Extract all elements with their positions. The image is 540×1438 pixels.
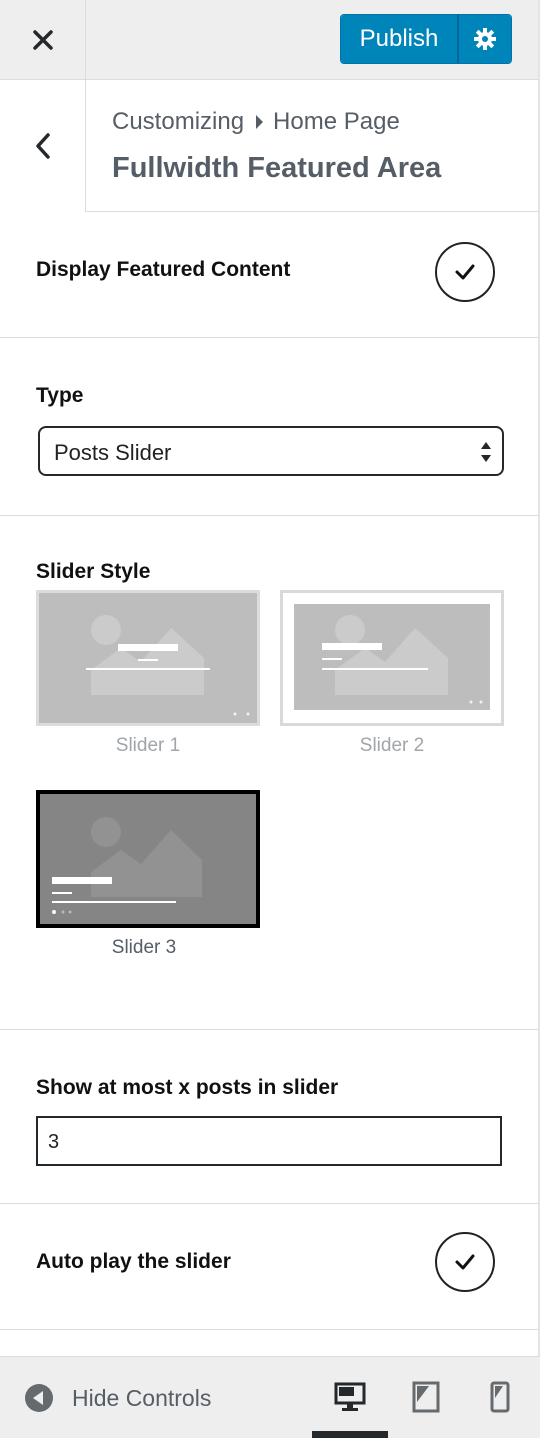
type-select-value: Posts Slider xyxy=(54,440,172,465)
gear-icon xyxy=(474,28,496,50)
select-arrows-icon xyxy=(481,442,491,462)
device-tablet-button[interactable] xyxy=(406,1377,446,1417)
breadcrumb-page: Home Page xyxy=(273,108,400,135)
customizer-header: Publish xyxy=(0,0,538,80)
customizer-footer: Hide Controls xyxy=(0,1356,540,1438)
slider-1-label: Slider 1 xyxy=(115,735,181,756)
close-icon xyxy=(32,30,53,50)
page-title: Fullwidth Featured Area xyxy=(112,152,442,184)
checkmark-icon xyxy=(455,1254,475,1270)
autoplay-checkbox[interactable] xyxy=(435,1232,495,1292)
slider-2-thumbnail xyxy=(280,590,504,726)
publish-settings-button[interactable] xyxy=(459,15,511,63)
max-posts-label: Show at most x posts in slider xyxy=(36,1076,339,1099)
publish-button[interactable]: Publish xyxy=(341,15,459,63)
hide-controls-label: Hide Controls xyxy=(72,1384,212,1411)
max-posts-value: 3 xyxy=(48,1131,60,1153)
breadcrumb-root: Customizing xyxy=(112,108,245,135)
caret-right-icon xyxy=(256,115,264,129)
autoplay-label: Auto play the slider xyxy=(36,1250,231,1273)
device-desktop-button[interactable] xyxy=(330,1377,370,1417)
back-button[interactable] xyxy=(0,80,86,212)
slider-3-label: Slider 3 xyxy=(111,937,177,958)
mobile-icon xyxy=(490,1381,510,1413)
slider-1-thumbnail xyxy=(36,590,260,726)
active-device-indicator xyxy=(312,1431,388,1438)
checkmark-icon xyxy=(455,264,475,280)
slider-2-option[interactable] xyxy=(280,590,504,726)
close-button[interactable] xyxy=(0,0,86,80)
slider-2-label: Slider 2 xyxy=(359,735,425,756)
desktop-icon xyxy=(334,1382,366,1411)
slider-3-thumbnail xyxy=(36,790,260,928)
section-title-box: Customizing Home Page Fullwidth Featured… xyxy=(86,80,538,212)
display-featured-checkbox[interactable] xyxy=(435,242,495,302)
hide-controls-button[interactable]: Hide Controls xyxy=(24,1381,211,1415)
tablet-icon xyxy=(412,1381,440,1413)
type-select[interactable]: Posts Slider xyxy=(38,426,504,476)
device-mobile-button[interactable] xyxy=(480,1377,520,1417)
slider-1-option[interactable] xyxy=(36,590,260,726)
slider-3-option[interactable] xyxy=(36,790,260,928)
display-featured-row: Display Featured Content xyxy=(0,212,538,338)
arrow-left-circle-icon xyxy=(25,1384,53,1412)
display-featured-label: Display Featured Content xyxy=(36,258,291,281)
slider-style-label: Slider Style xyxy=(36,560,151,583)
section-header: Customizing Home Page Fullwidth Featured… xyxy=(0,80,538,212)
max-posts-input[interactable]: 3 xyxy=(36,1116,502,1166)
type-label: Type xyxy=(36,384,84,407)
breadcrumb: Customizing Home Page xyxy=(112,108,400,136)
autoplay-row: Auto play the slider xyxy=(0,1204,538,1330)
chevron-left-icon xyxy=(35,133,50,159)
publish-group: Publish xyxy=(340,14,512,64)
